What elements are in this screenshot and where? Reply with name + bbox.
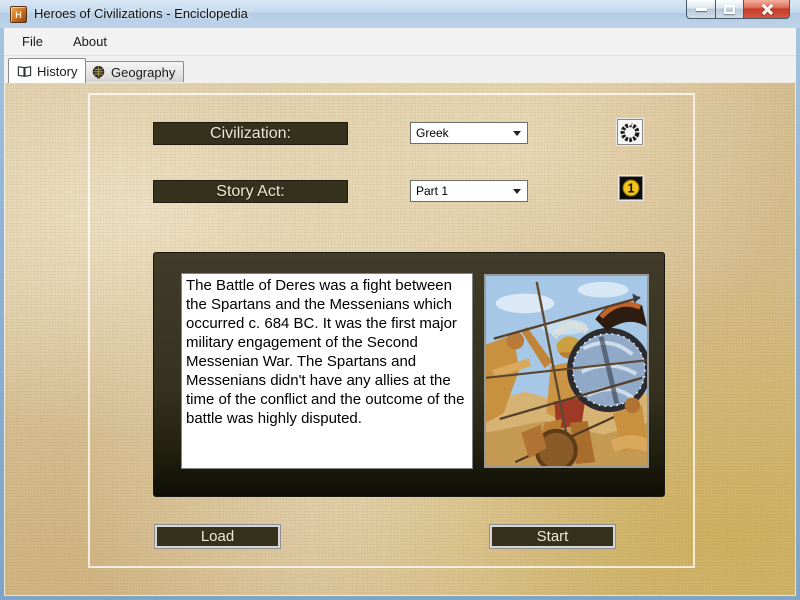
history-tab-page: Civilization: Greek Story Act: Part 1 1 …: [4, 82, 796, 596]
title-bar[interactable]: H Heroes of Civilizations - Enciclopedia: [0, 0, 800, 28]
load-button[interactable]: Load: [155, 525, 280, 548]
story-textbox[interactable]: The Battle of Deres was a fight between …: [181, 273, 473, 469]
close-icon: [761, 4, 772, 15]
tab-geography[interactable]: Geography: [82, 61, 184, 82]
civilization-emblem-button[interactable]: [617, 119, 643, 145]
tab-strip: History Geography: [4, 56, 796, 82]
start-button[interactable]: Start: [490, 525, 615, 548]
window-title: Heroes of Civilizations - Enciclopedia: [34, 0, 248, 28]
maximize-icon: [724, 5, 735, 14]
menu-bar: File About: [4, 28, 796, 56]
civilization-selected-value: Greek: [416, 126, 449, 140]
story-act-dropdown[interactable]: Part 1: [410, 180, 528, 202]
tab-history-label: History: [37, 64, 77, 79]
story-act-badge-button[interactable]: 1: [619, 176, 643, 200]
menu-file[interactable]: File: [10, 31, 55, 53]
minimize-button[interactable]: [686, 0, 716, 19]
globe-icon: [91, 65, 106, 80]
tab-geography-label: Geography: [111, 65, 175, 80]
civilization-dropdown[interactable]: Greek: [410, 122, 528, 144]
badge-number: 1: [628, 181, 635, 195]
chevron-down-icon: [513, 131, 521, 136]
tab-history[interactable]: History: [8, 58, 86, 83]
chevron-down-icon: [513, 189, 521, 194]
battle-painting-art: [486, 276, 647, 466]
number-1-badge-icon: 1: [620, 177, 642, 199]
laurel-wreath-icon: [618, 120, 642, 144]
story-panel: The Battle of Deres was a fight between …: [153, 252, 665, 497]
minimize-icon: [696, 8, 707, 11]
close-button[interactable]: [744, 0, 790, 19]
app-icon: H: [10, 6, 27, 23]
maximize-button[interactable]: [716, 0, 744, 19]
app-window: H Heroes of Civilizations - Enciclopedia…: [0, 0, 800, 600]
civilization-label: Civilization:: [153, 122, 348, 145]
story-act-label: Story Act:: [153, 180, 348, 203]
menu-about[interactable]: About: [61, 31, 119, 53]
open-book-icon: [17, 64, 32, 79]
story-act-selected-value: Part 1: [416, 184, 448, 198]
caption-buttons: [686, 0, 790, 19]
battle-painting: [484, 274, 649, 468]
